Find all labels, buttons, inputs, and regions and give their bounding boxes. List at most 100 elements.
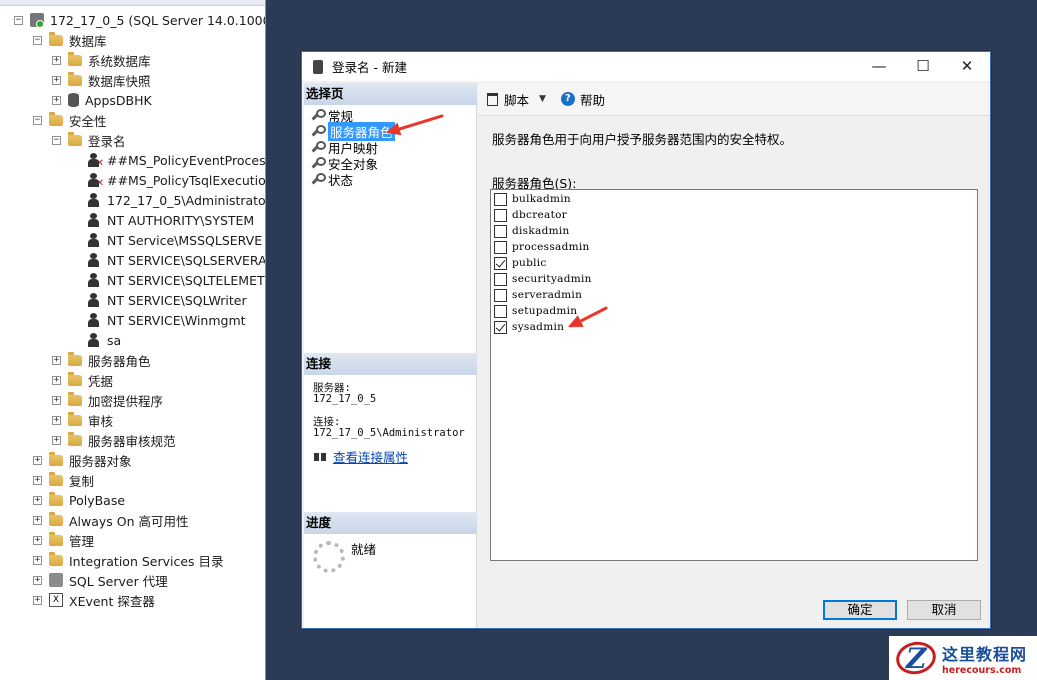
tree-node-label[interactable]: NT SERVICE\Winmgmt — [107, 313, 246, 328]
tree-node-label[interactable]: 服务器审核规范 — [88, 431, 176, 450]
view-connection-properties-label[interactable]: 查看连接属性 — [333, 447, 408, 466]
collapse-icon[interactable]: − — [14, 15, 23, 25]
server-role-item[interactable]: securityadmin — [494, 271, 592, 287]
tree-node[interactable]: + PolyBase — [0, 490, 265, 510]
collapse-icon[interactable]: − — [33, 115, 42, 125]
server-role-checkbox[interactable] — [494, 288, 507, 302]
ok-button[interactable]: 确定 — [823, 600, 897, 620]
tree-node-label[interactable]: NT AUTHORITY\SYSTEM — [107, 213, 254, 228]
maximize-button[interactable]: ☐ — [901, 52, 945, 81]
expand-icon[interactable]: + — [33, 515, 42, 525]
expand-icon[interactable]: + — [33, 535, 42, 545]
server-role-item[interactable]: processadmin — [494, 239, 590, 255]
tree-node-label[interactable]: NT Service\MSSQLSERVE — [107, 233, 262, 248]
collapse-icon[interactable]: − — [52, 135, 61, 145]
expand-icon[interactable]: + — [52, 95, 61, 105]
tree-node-label[interactable]: PolyBase — [69, 493, 125, 508]
expand-icon[interactable]: + — [52, 435, 61, 445]
expand-icon[interactable]: + — [52, 375, 61, 385]
tree-node[interactable]: − 数据库 — [0, 30, 265, 50]
tree-node-label[interactable]: SQL Server 代理 — [69, 571, 168, 590]
tree-node-label[interactable]: 服务器对象 — [69, 451, 132, 470]
expand-icon[interactable]: + — [33, 595, 42, 605]
tree-node-label[interactable]: ##MS_PolicyEventProcess — [107, 153, 265, 168]
view-connection-properties-link[interactable]: 查看连接属性 — [313, 447, 408, 466]
tree-node[interactable]: + AppsDBHK — [0, 90, 265, 110]
server-role-item[interactable]: bulkadmin — [494, 191, 571, 207]
server-role-item[interactable]: sysadmin — [494, 319, 564, 335]
tree-node-label[interactable]: 复制 — [69, 471, 94, 490]
cancel-button[interactable]: 取消 — [907, 600, 981, 620]
tree-node[interactable]: + X XEvent 探查器 — [0, 590, 265, 610]
tree-node-label[interactable]: 172_17_0_5\Administrator — [107, 193, 265, 208]
tree-node-label[interactable]: ##MS_PolicyTsqlExecution — [107, 173, 265, 188]
expand-icon[interactable]: + — [52, 395, 61, 405]
tree-node[interactable]: NT SERVICE\SQLTELEMET — [0, 270, 265, 290]
server-roles-list[interactable]: bulkadmin dbcreator diskadmin processadmin p… — [490, 189, 978, 561]
script-button[interactable]: 脚本 ▼ — [487, 90, 546, 109]
server-role-checkbox[interactable] — [494, 240, 507, 254]
collapse-icon[interactable]: − — [33, 35, 42, 45]
tree-node-label[interactable]: 凭据 — [88, 371, 113, 390]
tree-node[interactable]: + 数据库快照 — [0, 70, 265, 90]
tree-node[interactable]: + 凭据 — [0, 370, 265, 390]
tree-node-label[interactable]: 加密提供程序 — [88, 391, 163, 410]
tree-node[interactable]: + 复制 — [0, 470, 265, 490]
expand-icon[interactable]: + — [33, 455, 42, 465]
tree-node[interactable]: + 服务器角色 — [0, 350, 265, 370]
expand-icon[interactable]: + — [33, 495, 42, 505]
server-role-item[interactable]: dbcreator — [494, 207, 567, 223]
expand-icon[interactable]: + — [52, 415, 61, 425]
select-page-item[interactable]: 状态 — [310, 170, 353, 189]
server-role-item[interactable]: serveradmin — [494, 287, 582, 303]
tree-node[interactable]: + 加密提供程序 — [0, 390, 265, 410]
tree-node-label[interactable]: 服务器角色 — [88, 351, 151, 370]
expand-icon[interactable]: + — [52, 55, 61, 65]
tree-node-label[interactable]: 安全性 — [69, 111, 107, 130]
tree-node-label[interactable]: AppsDBHK — [85, 93, 152, 108]
expand-icon[interactable]: + — [33, 475, 42, 485]
tree-node[interactable]: sa — [0, 330, 265, 350]
server-role-item[interactable]: public — [494, 255, 547, 271]
tree-node-label[interactable]: XEvent 探查器 — [69, 591, 155, 610]
tree-node-label[interactable]: 审核 — [88, 411, 113, 430]
tree-node-label[interactable]: NT SERVICE\SQLTELEMET — [107, 273, 265, 288]
server-role-checkbox[interactable] — [494, 272, 507, 286]
server-role-checkbox[interactable] — [494, 224, 507, 238]
server-role-checkbox[interactable] — [494, 192, 507, 206]
tree-node-label[interactable]: 管理 — [69, 531, 94, 550]
tree-node-label[interactable]: Always On 高可用性 — [69, 511, 189, 530]
tree-node[interactable]: − 登录名 — [0, 130, 265, 150]
server-role-checkbox[interactable] — [494, 320, 507, 334]
tree-node[interactable]: NT SERVICE\SQLWriter — [0, 290, 265, 310]
server-role-item[interactable]: setupadmin — [494, 303, 577, 319]
expand-icon[interactable]: + — [33, 575, 42, 585]
tree-node-label[interactable]: NT SERVICE\SQLSERVERA — [107, 253, 265, 268]
tree-node[interactable]: ✕ ##MS_PolicyEventProcess — [0, 150, 265, 170]
minimize-button[interactable]: — — [857, 52, 901, 81]
tree-node[interactable]: NT Service\MSSQLSERVE — [0, 230, 265, 250]
tree-node-label[interactable]: 数据库 — [69, 31, 107, 50]
server-role-checkbox[interactable] — [494, 304, 507, 318]
tree-node-label[interactable]: 登录名 — [88, 131, 126, 150]
tree-node[interactable]: 172_17_0_5\Administrator — [0, 190, 265, 210]
chevron-down-icon[interactable]: ▼ — [539, 94, 546, 104]
expand-icon[interactable]: + — [52, 75, 61, 85]
tree-node-label[interactable]: Integration Services 目录 — [69, 551, 224, 570]
tree-node[interactable]: ✕ ##MS_PolicyTsqlExecution — [0, 170, 265, 190]
tree-node[interactable]: + SQL Server 代理 — [0, 570, 265, 590]
select-page-item-label[interactable]: 状态 — [328, 170, 353, 189]
expand-icon[interactable]: + — [52, 355, 61, 365]
tree-node-label[interactable]: 数据库快照 — [88, 71, 151, 90]
tree-node[interactable]: NT SERVICE\SQLSERVERA — [0, 250, 265, 270]
dialog-titlebar[interactable]: 登录名 - 新建 — ☐ ✕ — [302, 52, 990, 81]
tree-node[interactable]: + 服务器对象 — [0, 450, 265, 470]
tree-node[interactable]: NT SERVICE\Winmgmt — [0, 310, 265, 330]
server-role-checkbox[interactable] — [494, 256, 507, 270]
tree-node[interactable]: + Always On 高可用性 — [0, 510, 265, 530]
tree-node[interactable]: − 172_17_0_5 (SQL Server 14.0.1000.1 — [0, 10, 265, 30]
server-role-item[interactable]: diskadmin — [494, 223, 570, 239]
close-button[interactable]: ✕ — [945, 52, 989, 81]
tree-node-label[interactable]: 系统数据库 — [88, 51, 151, 70]
tree-node-label[interactable]: NT SERVICE\SQLWriter — [107, 293, 247, 308]
